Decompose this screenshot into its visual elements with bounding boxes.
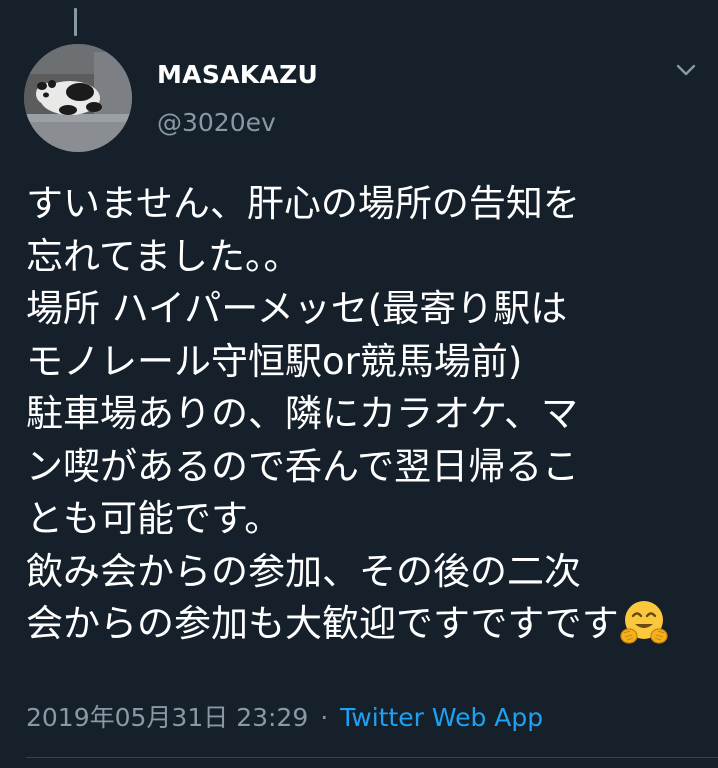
tweet-text-line: とも可能です。 bbox=[26, 497, 282, 540]
tweet-meta: 2019年05月31日 23:29 · Twitter Web App bbox=[26, 698, 543, 734]
chevron-down-icon[interactable] bbox=[674, 62, 698, 78]
user-handle[interactable]: @3020ev bbox=[157, 108, 276, 137]
tweet-source-link[interactable]: Twitter Web App bbox=[340, 703, 543, 732]
tweet-text-line: 駐車場ありの、隣にカラオケ、マ bbox=[26, 392, 579, 435]
tweet-text-line-last: 会からの参加も大歓迎ですですです bbox=[26, 598, 706, 651]
thread-connector-line bbox=[74, 8, 77, 36]
tweet-text-line: 飲み会からの参加、その後の二次 bbox=[26, 549, 581, 593]
meta-separator: · bbox=[320, 703, 329, 732]
tweet-text-line: すいません、肝心の場所の告知を bbox=[26, 182, 580, 225]
tweet-text-line: 場所 ハイパーメッセ(最寄り駅は bbox=[26, 287, 568, 330]
avatar[interactable] bbox=[24, 44, 132, 152]
panda-avatar-icon bbox=[24, 44, 132, 152]
tweet-timestamp[interactable]: 2019年05月31日 23:29 bbox=[26, 703, 308, 732]
divider bbox=[26, 757, 718, 758]
hugging-face-emoji-icon bbox=[620, 601, 668, 644]
tweet-text-line: ン喫があるので呑んで翌日帰るこ bbox=[26, 444, 580, 488]
tweet-text: すいません、肝心の場所の告知を 忘れてました。。 場所 ハイパーメッセ(最寄り駅… bbox=[26, 178, 706, 651]
tweet-text-line: モノレール守恒駅or競馬場前) bbox=[26, 339, 523, 383]
user-display-name[interactable]: MASAKAZU bbox=[157, 60, 318, 89]
tweet-text-line: 会からの参加も大歓迎ですですです bbox=[26, 602, 619, 645]
tweet-text-line: 忘れてました。。 bbox=[26, 234, 301, 278]
